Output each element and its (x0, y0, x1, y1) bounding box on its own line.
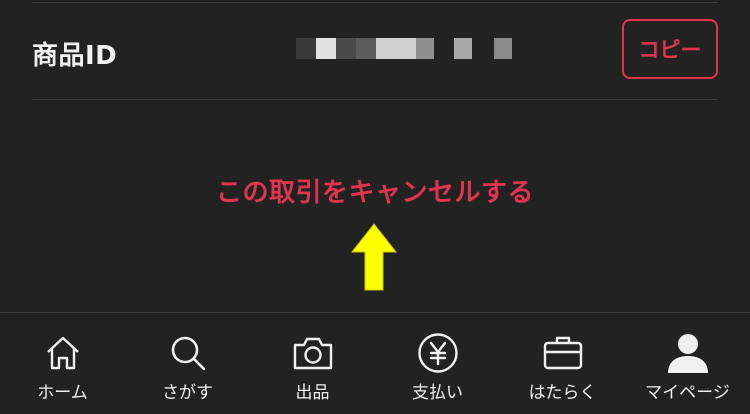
masked-product-id (296, 38, 512, 59)
tab-sell[interactable]: 出品 (250, 313, 375, 413)
tab-sell-label: 出品 (295, 383, 330, 403)
camera-icon (291, 331, 335, 375)
tab-mypage[interactable]: マイページ (625, 313, 750, 413)
copy-button[interactable]: コピー (622, 19, 718, 79)
tab-search[interactable]: さがす (125, 313, 250, 413)
home-icon (41, 331, 85, 375)
user-icon (666, 331, 710, 375)
product-id-row: 商品ID コピー (32, 3, 718, 100)
arrow-up-icon (350, 223, 398, 291)
cancel-transaction-link[interactable]: この取引をキャンセルする (0, 172, 750, 209)
tab-work-label: はたらく (528, 383, 597, 403)
tab-mypage-label: マイページ (645, 383, 730, 403)
tab-search-label: さがす (162, 383, 213, 403)
briefcase-icon (541, 331, 585, 375)
tab-home[interactable]: ホーム (0, 313, 125, 413)
tab-work[interactable]: はたらく (500, 313, 625, 413)
yen-icon (416, 331, 460, 375)
bottom-tab-bar: ホーム さがす 出品 支払い はたらく マイページ (0, 312, 750, 414)
tab-payment[interactable]: 支払い (375, 313, 500, 413)
tab-payment-label: 支払い (412, 383, 463, 403)
search-icon (166, 331, 210, 375)
tab-home-label: ホーム (37, 383, 88, 403)
product-id-label: 商品ID (32, 41, 118, 71)
